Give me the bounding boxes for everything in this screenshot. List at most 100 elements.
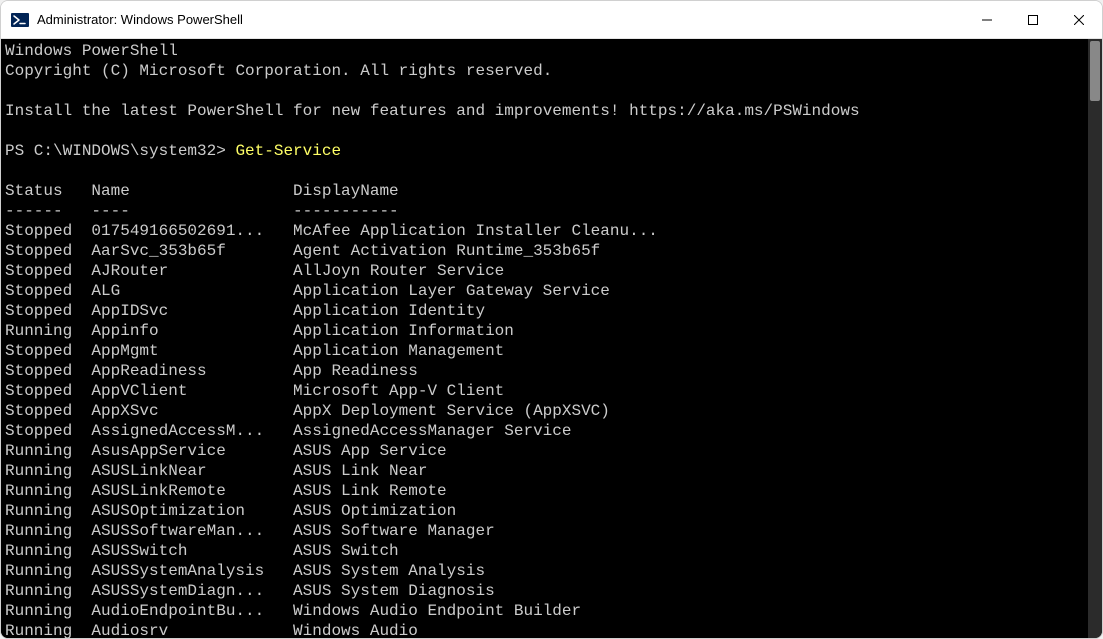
cell-displayname: ASUS Software Manager — [293, 521, 495, 541]
table-divider: --------------------- — [5, 202, 399, 220]
cell-name: ALG — [91, 281, 293, 301]
header-status: Status — [5, 181, 91, 201]
minimize-button[interactable] — [964, 1, 1010, 38]
cell-name: AsusAppService — [91, 441, 293, 461]
table-row: StoppedAppIDSvcApplication Identity — [5, 302, 485, 320]
cell-displayname: Windows Audio — [293, 621, 418, 638]
banner-line-1: Windows PowerShell — [5, 42, 178, 60]
cell-displayname: ASUS Switch — [293, 541, 399, 561]
cell-displayname: McAfee Application Installer Cleanu... — [293, 221, 658, 241]
cell-status: Stopped — [5, 361, 91, 381]
cell-status: Running — [5, 601, 91, 621]
cell-name: AppMgmt — [91, 341, 293, 361]
table-row: RunningAppinfoApplication Information — [5, 322, 514, 340]
cell-status: Running — [5, 461, 91, 481]
cell-name: AppXSvc — [91, 401, 293, 421]
cell-name: Audiosrv — [91, 621, 293, 638]
cell-status: Running — [5, 321, 91, 341]
terminal-wrapper: Windows PowerShell Copyright (C) Microso… — [1, 39, 1102, 638]
table-row: StoppedAppXSvcAppX Deployment Service (A… — [5, 402, 610, 420]
cell-name: AppIDSvc — [91, 301, 293, 321]
cell-status: Running — [5, 621, 91, 638]
close-button[interactable] — [1056, 1, 1102, 38]
cell-displayname: ASUS System Analysis — [293, 561, 485, 581]
table-row: RunningAudiosrvWindows Audio — [5, 622, 418, 638]
header-name: Name — [91, 181, 293, 201]
banner-line-2: Copyright (C) Microsoft Corporation. All… — [5, 62, 552, 80]
scrollbar-thumb[interactable] — [1090, 41, 1100, 101]
cell-name: 017549166502691... — [91, 221, 293, 241]
cell-status: Stopped — [5, 401, 91, 421]
table-row: RunningAsusAppServiceASUS App Service — [5, 442, 447, 460]
minimize-icon — [982, 15, 992, 25]
cell-name: ASUSLinkNear — [91, 461, 293, 481]
titlebar[interactable]: Administrator: Windows PowerShell — [1, 1, 1102, 39]
table-row: RunningASUSOptimizationASUS Optimization — [5, 502, 456, 520]
cell-displayname: Agent Activation Runtime_353b65f — [293, 241, 600, 261]
cell-status: Running — [5, 481, 91, 501]
maximize-icon — [1028, 15, 1038, 25]
cell-status: Stopped — [5, 261, 91, 281]
cell-name: AppVClient — [91, 381, 293, 401]
table-row: Stopped017549166502691...McAfee Applicat… — [5, 222, 658, 240]
table-row: RunningASUSSwitchASUS Switch — [5, 542, 399, 560]
cell-displayname: Microsoft App-V Client — [293, 381, 504, 401]
powershell-icon — [11, 11, 29, 29]
cell-displayname: ASUS System Diagnosis — [293, 581, 495, 601]
cell-status: Stopped — [5, 381, 91, 401]
table-row: RunningAudioEndpointBu...Windows Audio E… — [5, 602, 581, 620]
cell-name: ASUSLinkRemote — [91, 481, 293, 501]
cell-name: AudioEndpointBu... — [91, 601, 293, 621]
table-row: RunningASUSSystemDiagn...ASUS System Dia… — [5, 582, 495, 600]
cell-status: Stopped — [5, 421, 91, 441]
cell-displayname: Application Layer Gateway Service — [293, 281, 610, 301]
cell-name: ASUSOptimization — [91, 501, 293, 521]
table-row: StoppedALGApplication Layer Gateway Serv… — [5, 282, 610, 300]
cell-displayname: Application Identity — [293, 301, 485, 321]
window-controls — [964, 1, 1102, 38]
cell-status: Stopped — [5, 301, 91, 321]
window-title: Administrator: Windows PowerShell — [37, 12, 243, 27]
cell-name: AJRouter — [91, 261, 293, 281]
cell-displayname: ASUS Optimization — [293, 501, 456, 521]
cell-name: ASUSSoftwareMan... — [91, 521, 293, 541]
cell-displayname: AssignedAccessManager Service — [293, 421, 571, 441]
table-header: StatusNameDisplayName — [5, 182, 399, 200]
cell-displayname: Windows Audio Endpoint Builder — [293, 601, 581, 621]
prompt: PS C:\WINDOWS\system32> — [5, 142, 235, 160]
powershell-window: Administrator: Windows PowerShell Window… — [0, 0, 1103, 639]
table-row: RunningASUSLinkRemoteASUS Link Remote — [5, 482, 447, 500]
table-row: StoppedAppVClientMicrosoft App-V Client — [5, 382, 504, 400]
table-row: RunningASUSSystemAnalysisASUS System Ana… — [5, 562, 485, 580]
cell-displayname: Application Management — [293, 341, 504, 361]
cell-name: Appinfo — [91, 321, 293, 341]
cell-name: AppReadiness — [91, 361, 293, 381]
cell-name: ASUSSystemAnalysis — [91, 561, 293, 581]
cell-displayname: ASUS Link Remote — [293, 481, 447, 501]
command-text: Get-Service — [235, 142, 341, 160]
cell-status: Running — [5, 561, 91, 581]
cell-status: Running — [5, 521, 91, 541]
table-row: StoppedAppMgmtApplication Management — [5, 342, 504, 360]
cell-name: AssignedAccessM... — [91, 421, 293, 441]
cell-displayname: AllJoyn Router Service — [293, 261, 504, 281]
cell-status: Stopped — [5, 241, 91, 261]
scrollbar[interactable] — [1088, 39, 1102, 638]
maximize-button[interactable] — [1010, 1, 1056, 38]
cell-name: ASUSSwitch — [91, 541, 293, 561]
header-displayname: DisplayName — [293, 181, 399, 201]
terminal-output[interactable]: Windows PowerShell Copyright (C) Microso… — [1, 39, 1088, 638]
cell-displayname: ASUS Link Near — [293, 461, 427, 481]
cell-name: ASUSSystemDiagn... — [91, 581, 293, 601]
cell-displayname: Application Information — [293, 321, 514, 341]
banner-line-3: Install the latest PowerShell for new fe… — [5, 102, 860, 120]
cell-displayname: App Readiness — [293, 361, 418, 381]
divider-name: ---- — [91, 201, 293, 221]
cell-status: Running — [5, 501, 91, 521]
close-icon — [1074, 15, 1084, 25]
cell-status: Stopped — [5, 281, 91, 301]
cell-status: Running — [5, 541, 91, 561]
cell-status: Running — [5, 581, 91, 601]
table-row: RunningASUSLinkNearASUS Link Near — [5, 462, 427, 480]
table-row: RunningASUSSoftwareMan...ASUS Software M… — [5, 522, 495, 540]
